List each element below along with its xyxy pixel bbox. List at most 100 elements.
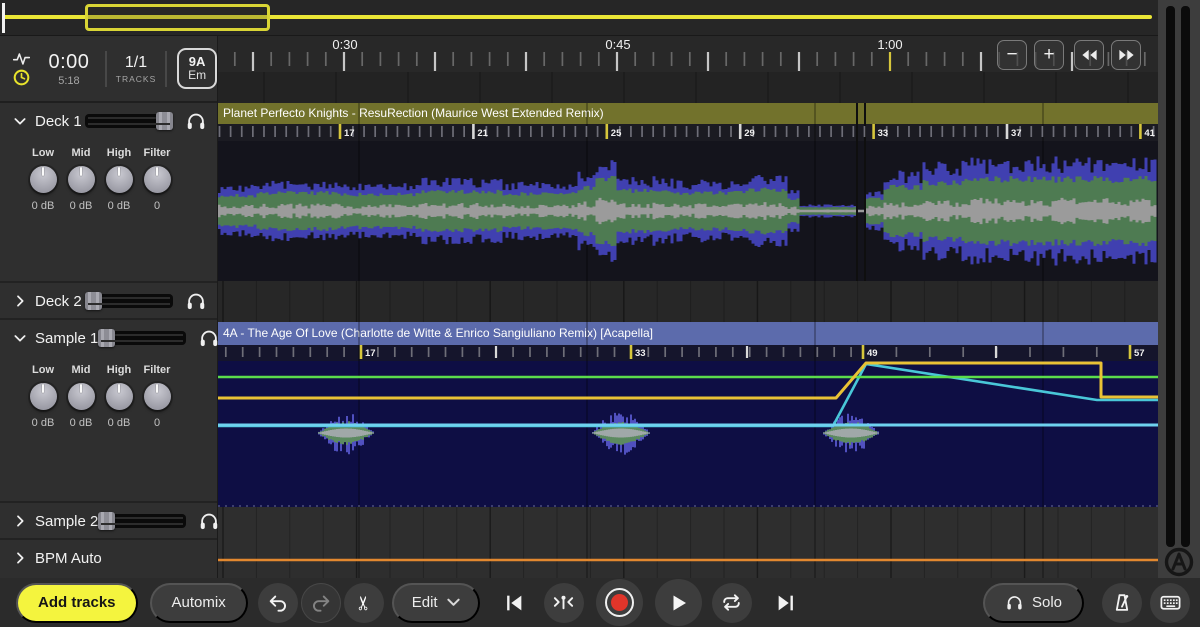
fast-forward-button[interactable] bbox=[1111, 40, 1141, 70]
time-ruler-lower[interactable] bbox=[218, 72, 1158, 103]
chevron-right-icon[interactable] bbox=[12, 550, 28, 566]
clock-icon[interactable] bbox=[13, 69, 30, 86]
solo-button[interactable]: Solo bbox=[983, 583, 1084, 623]
keyboard-shortcuts-button[interactable] bbox=[1150, 583, 1190, 623]
skip-end-icon bbox=[775, 592, 797, 614]
deck2-header[interactable]: Deck 2 bbox=[0, 283, 217, 319]
overview-playhead[interactable] bbox=[2, 3, 5, 33]
deck2-label: Deck 2 bbox=[35, 293, 85, 310]
automix-button[interactable]: Automix bbox=[150, 583, 248, 623]
record-icon bbox=[605, 588, 634, 617]
undo-button[interactable] bbox=[258, 583, 298, 623]
headphones-icon[interactable] bbox=[185, 110, 207, 132]
divider bbox=[105, 51, 107, 87]
play-button[interactable] bbox=[655, 579, 702, 626]
sample1-mid-knob[interactable] bbox=[68, 383, 95, 410]
scissors-icon: ✂ bbox=[353, 595, 375, 611]
zoom-in-button[interactable]: + bbox=[1034, 40, 1064, 70]
edit-menu-button[interactable]: Edit bbox=[392, 583, 480, 623]
deck1-volume-handle[interactable] bbox=[156, 112, 173, 130]
add-tracks-button[interactable]: Add tracks bbox=[16, 583, 138, 623]
sample1-volume-handle[interactable] bbox=[98, 329, 115, 347]
skip-to-end-button[interactable] bbox=[766, 583, 806, 623]
meter-left-channel bbox=[1166, 6, 1175, 547]
sidebar: 0:00 5:18 1/1 TRACKS 9A Em Deck 1 bbox=[0, 36, 218, 578]
sample1-label: Sample 1 bbox=[35, 330, 98, 347]
metronome-button[interactable] bbox=[1102, 583, 1142, 623]
total-duration: 5:18 bbox=[37, 75, 101, 87]
timeline-zoom-controls: − + bbox=[997, 40, 1141, 70]
sample1-eq-knobs: Low0 dB Mid0 dB High0 dB Filter0 bbox=[0, 356, 196, 429]
jump-to-playhead-button[interactable] bbox=[544, 583, 584, 623]
sample2-label: Sample 2 bbox=[35, 513, 98, 530]
sample1-low-knob[interactable] bbox=[30, 383, 57, 410]
deck1-high-knob[interactable] bbox=[106, 166, 133, 193]
timeline-area[interactable]: Planet Perfecto Knights - ResuRection (M… bbox=[218, 36, 1158, 578]
redo-icon bbox=[310, 592, 332, 614]
loop-button[interactable] bbox=[712, 583, 752, 623]
chevron-down-icon bbox=[447, 598, 460, 607]
session-info-bar: 0:00 5:18 1/1 TRACKS 9A Em bbox=[0, 36, 217, 103]
sidebar-section-sample2: Sample 2 bbox=[0, 503, 217, 540]
playhead-marker-icon bbox=[552, 591, 575, 614]
sidebar-section-sample1: Sample 1 Low0 dB Mid0 dB High0 dB Filter… bbox=[0, 320, 217, 503]
deck2-empty-lane[interactable] bbox=[218, 281, 1158, 322]
deck1-track-title-bar[interactable]: Planet Perfecto Knights - ResuRection (M… bbox=[218, 103, 1158, 124]
deck2-volume-handle[interactable] bbox=[85, 292, 102, 310]
overview-viewport-box[interactable] bbox=[85, 4, 270, 31]
bpm-auto-label: BPM Auto bbox=[35, 550, 207, 567]
bpm-lane[interactable] bbox=[218, 507, 1158, 578]
divider bbox=[165, 51, 167, 87]
play-icon bbox=[666, 591, 690, 615]
deck1-beat-ruler bbox=[218, 124, 1158, 141]
time-display: 0:00 5:18 bbox=[37, 51, 101, 87]
sample1-automation-region[interactable] bbox=[218, 361, 1158, 507]
zoom-out-button[interactable]: − bbox=[997, 40, 1027, 70]
deck2-volume-slider[interactable] bbox=[85, 294, 173, 308]
bpm-auto-header[interactable]: BPM Auto bbox=[0, 540, 217, 576]
redo-button[interactable] bbox=[301, 583, 341, 623]
sample1-beat-ruler bbox=[218, 345, 1158, 361]
metronome-icon bbox=[1111, 592, 1133, 614]
rewind-button[interactable] bbox=[1074, 40, 1104, 70]
skip-start-icon bbox=[503, 592, 525, 614]
sample1-high-knob[interactable] bbox=[106, 383, 133, 410]
record-button[interactable] bbox=[596, 579, 643, 626]
chevron-right-icon[interactable] bbox=[12, 293, 28, 309]
sidebar-section-bpm-auto: BPM Auto bbox=[0, 540, 217, 576]
sample1-track-title-bar[interactable]: 4A - The Age Of Love (Charlotte de Witte… bbox=[218, 322, 1158, 345]
deck1-eq-knobs: Low0 dB Mid0 dB High0 dB Filter0 bbox=[0, 139, 196, 212]
deck1-volume-slider[interactable] bbox=[85, 114, 173, 128]
sample2-volume-handle[interactable] bbox=[98, 512, 115, 530]
output-meters-panel bbox=[1158, 0, 1200, 578]
transport-toolbar: Add tracks Automix ✂ Edit S bbox=[0, 578, 1200, 627]
headphones-icon[interactable] bbox=[185, 290, 207, 312]
song-overview-strip[interactable] bbox=[0, 0, 1158, 36]
sample2-header[interactable]: Sample 2 bbox=[0, 503, 217, 539]
sample2-volume-slider[interactable] bbox=[98, 514, 186, 528]
deck1-low-knob[interactable] bbox=[30, 166, 57, 193]
split-button[interactable]: ✂ bbox=[344, 583, 384, 623]
repeat-icon bbox=[720, 591, 743, 614]
undo-icon bbox=[267, 592, 289, 614]
deck1-filter-knob[interactable] bbox=[144, 166, 171, 193]
sidebar-section-deck1: Deck 1 Low0 dB Mid0 dB High0 dB Filter0 bbox=[0, 103, 217, 283]
track-counter: 1/1 TRACKS bbox=[111, 54, 161, 84]
key-badge[interactable]: 9A Em bbox=[177, 48, 217, 89]
chevron-right-icon[interactable] bbox=[12, 513, 28, 529]
sample1-header[interactable]: Sample 1 bbox=[0, 320, 217, 356]
automix-logo-icon bbox=[1163, 546, 1195, 578]
deck1-header[interactable]: Deck 1 bbox=[0, 103, 217, 139]
current-time: 0:00 bbox=[37, 51, 101, 74]
chevron-down-icon[interactable] bbox=[12, 113, 28, 129]
chevron-down-icon[interactable] bbox=[12, 330, 28, 346]
keyboard-icon bbox=[1159, 591, 1182, 614]
sample1-filter-knob[interactable] bbox=[144, 383, 171, 410]
sample1-volume-slider[interactable] bbox=[98, 331, 186, 345]
deck1-waveform-region[interactable] bbox=[218, 141, 1158, 281]
headphones-icon bbox=[1005, 593, 1024, 612]
deck1-mid-knob[interactable] bbox=[68, 166, 95, 193]
skip-to-start-button[interactable] bbox=[494, 583, 534, 623]
deck1-label: Deck 1 bbox=[35, 113, 85, 130]
dj-app-window: 0:00 5:18 1/1 TRACKS 9A Em Deck 1 bbox=[0, 0, 1200, 627]
